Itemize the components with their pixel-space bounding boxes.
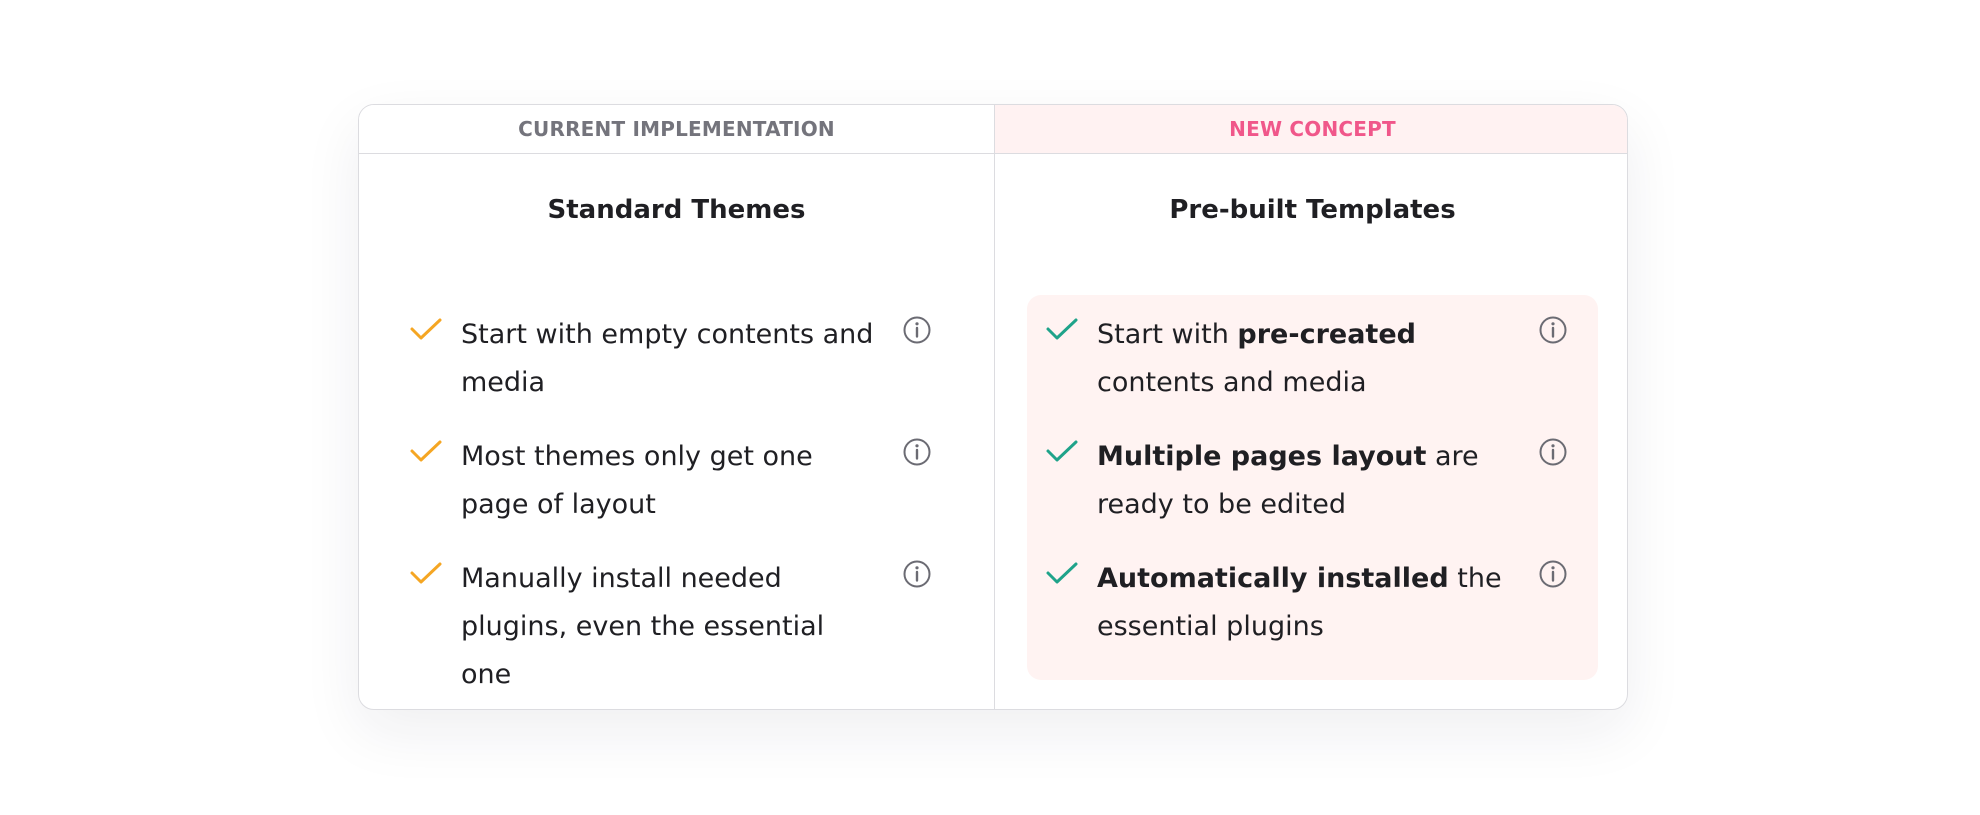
new-concept-column: NEW CONCEPT Pre-built Templates Start wi… — [994, 105, 1627, 709]
new-concept-header: NEW CONCEPT — [995, 105, 1627, 154]
feature-text-bold: Automatically installed — [1097, 563, 1449, 594]
info-icon[interactable] — [1538, 315, 1568, 345]
check-icon — [410, 440, 442, 462]
new-features-list: Start with pre-created contents and medi… — [1027, 295, 1598, 680]
list-item: Automatically installed the essential pl… — [1027, 555, 1598, 683]
info-icon[interactable] — [902, 315, 932, 345]
check-icon — [410, 562, 442, 584]
standard-themes-title: Standard Themes — [547, 195, 806, 225]
comparison-card: CURRENT IMPLEMENTATION Standard Themes S… — [358, 104, 1628, 710]
feature-text-pre: Start with — [1097, 319, 1238, 350]
list-item: Start with pre-created contents and medi… — [1027, 311, 1598, 439]
feature-text: Automatically installed the essential pl… — [1097, 555, 1518, 651]
current-implementation-header: CURRENT IMPLEMENTATION — [359, 105, 994, 154]
list-item: Manually install needed plugins, even th… — [391, 555, 962, 690]
pre-built-templates-title: Pre-built Templates — [1169, 195, 1456, 225]
info-icon[interactable] — [1538, 559, 1568, 589]
info-icon[interactable] — [902, 437, 932, 467]
current-implementation-column: CURRENT IMPLEMENTATION Standard Themes S… — [359, 105, 994, 709]
check-icon — [1046, 562, 1078, 584]
check-icon — [1046, 318, 1078, 340]
check-icon — [1046, 440, 1078, 462]
list-item: Start with empty contents and media — [391, 311, 962, 439]
feature-text: Start with empty contents and media — [461, 319, 874, 398]
check-icon — [410, 318, 442, 340]
info-icon[interactable] — [1538, 437, 1568, 467]
list-item: Most themes only get one page of layout — [391, 433, 962, 561]
feature-text: Start with pre-created contents and medi… — [1097, 311, 1518, 407]
feature-text: Most themes only get one page of layout — [461, 441, 813, 520]
list-item: Multiple pages layout are ready to be ed… — [1027, 433, 1598, 561]
info-icon[interactable] — [902, 559, 932, 589]
feature-text-bold: pre-created — [1237, 319, 1416, 350]
feature-text-post: contents and media — [1097, 367, 1367, 398]
feature-text: Multiple pages layout are ready to be ed… — [1097, 433, 1518, 529]
feature-text: Manually install needed plugins, even th… — [461, 563, 825, 690]
current-features-list: Start with empty contents and media Most… — [391, 295, 962, 690]
feature-text-bold: Multiple pages layout — [1097, 441, 1427, 472]
